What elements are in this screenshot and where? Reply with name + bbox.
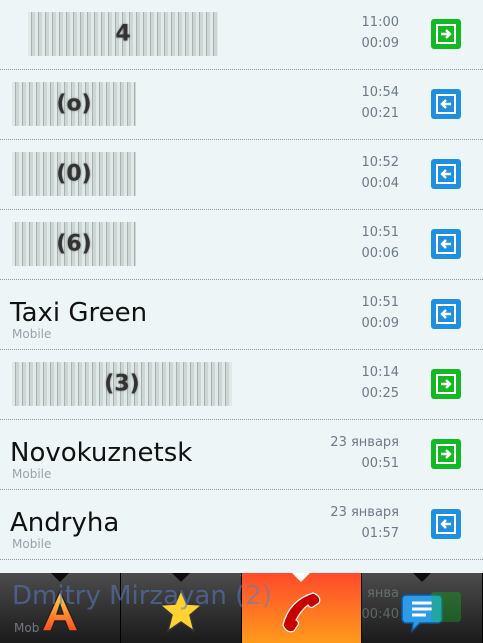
call-log-row[interactable]: (o) 10:54 00:21 xyxy=(0,70,483,140)
call-duration: 00:09 xyxy=(361,316,399,331)
outgoing-call-icon[interactable] xyxy=(431,369,461,399)
tab-favorites[interactable] xyxy=(120,573,242,643)
tab-contacts[interactable] xyxy=(0,573,121,643)
contact-name: Taxi Green xyxy=(10,298,148,328)
incoming-call-icon[interactable] xyxy=(431,89,461,119)
letter-a-icon xyxy=(40,589,80,632)
call-time-block: 23 января 00:51 xyxy=(330,432,399,474)
phone-handset-icon xyxy=(282,592,321,633)
redacted-name: (6) xyxy=(12,222,136,266)
contact-name: Novokuznetsk xyxy=(10,438,193,468)
star-icon xyxy=(157,588,204,633)
incoming-call-icon[interactable] xyxy=(431,229,461,259)
contact-name: Andryha xyxy=(10,508,120,538)
contact-phone-type: Mobile xyxy=(12,327,52,341)
call-time: 23 января xyxy=(330,435,399,450)
contact-phone-type: Mobile xyxy=(12,467,52,481)
call-time-block: 23 января 01:57 xyxy=(330,502,399,544)
call-time: 10:51 xyxy=(361,295,399,310)
speech-bubble-icon xyxy=(401,594,443,634)
call-duration: 00:09 xyxy=(361,36,399,51)
call-time: 10:14 xyxy=(361,365,399,380)
call-time-block: 10:52 00:04 xyxy=(362,152,399,194)
outgoing-call-icon[interactable] xyxy=(431,439,461,469)
call-duration: 00:51 xyxy=(361,456,399,471)
call-time-block: 10:54 00:21 xyxy=(362,82,399,124)
call-log-row[interactable]: Andryha Mobile 23 января 01:57 xyxy=(0,490,483,560)
call-time: 23 января xyxy=(330,505,399,520)
redacted-name: (o) xyxy=(12,82,136,126)
call-log-row[interactable]: (0) 10:52 00:04 xyxy=(0,140,483,210)
call-log-row[interactable]: 4 11:00 00:09 xyxy=(0,0,483,70)
call-time-block: 10:14 00:25 xyxy=(362,362,399,404)
tab-call-log[interactable] xyxy=(241,573,363,643)
call-time-block: 10:51 00:09 xyxy=(362,292,399,334)
call-duration: 00:04 xyxy=(361,176,399,191)
call-duration: 00:21 xyxy=(361,106,399,121)
call-duration: 00:06 xyxy=(361,246,399,261)
call-log-row[interactable]: Novokuznetsk Mobile 23 января 00:51 xyxy=(0,420,483,490)
call-duration: 01:57 xyxy=(361,526,399,541)
bottom-tab-bar: Dmitry Mirzayan (2) Mob янва 00:40 xyxy=(0,573,483,643)
call-time: 10:51 xyxy=(361,225,399,240)
tab-messages[interactable] xyxy=(362,573,483,643)
call-time: 11:00 xyxy=(361,15,399,30)
call-log-list: 4 11:00 00:09 (o) 10:54 00:21 (0) 10:52 xyxy=(0,0,483,560)
outgoing-call-icon[interactable] xyxy=(431,19,461,49)
incoming-call-icon[interactable] xyxy=(431,509,461,539)
call-duration: 00:25 xyxy=(361,386,399,401)
call-log-row[interactable]: (6) 10:51 00:06 xyxy=(0,210,483,280)
incoming-call-icon[interactable] xyxy=(431,299,461,329)
redacted-name: (0) xyxy=(12,152,136,196)
redacted-name: (3) xyxy=(12,362,232,406)
call-time-block: 10:51 00:06 xyxy=(362,222,399,264)
call-time: 10:52 xyxy=(361,155,399,170)
call-log-row[interactable]: Taxi Green Mobile 10:51 00:09 xyxy=(0,280,483,350)
call-log-row[interactable]: (3) 10:14 00:25 xyxy=(0,350,483,420)
call-time: 10:54 xyxy=(361,85,399,100)
call-time-block: 11:00 00:09 xyxy=(362,12,399,54)
contact-phone-type: Mobile xyxy=(12,537,52,551)
incoming-call-icon[interactable] xyxy=(431,159,461,189)
redacted-name: 4 xyxy=(28,12,218,56)
